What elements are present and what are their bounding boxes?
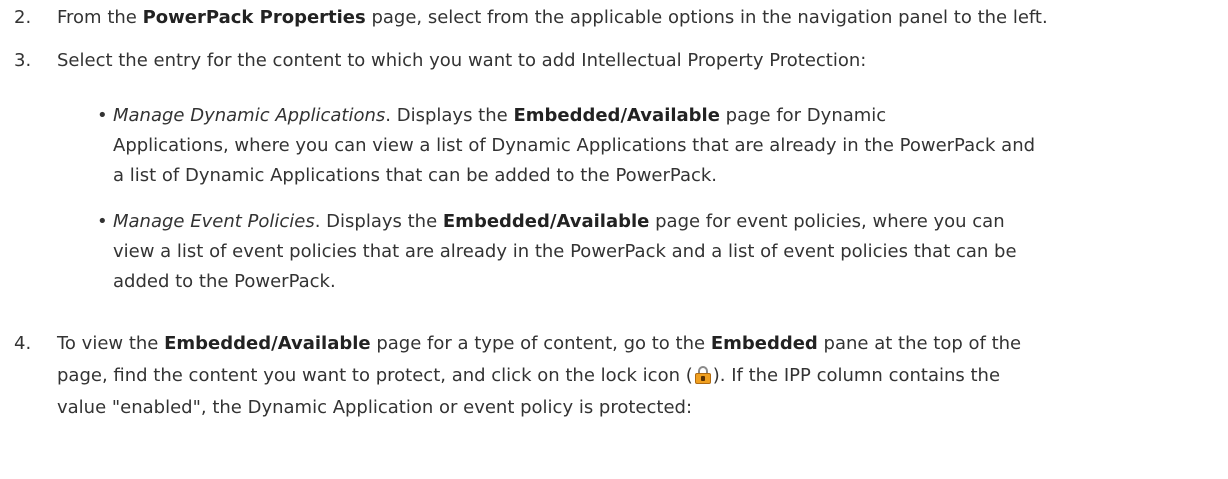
bullet-text-line: view a list of event policies that are a… xyxy=(113,241,1017,262)
bullet-symbol: • xyxy=(97,105,108,126)
bullet-symbol: • xyxy=(97,211,108,232)
step-text: From the xyxy=(57,7,143,28)
bullet-text-line: a list of Dynamic Applications that can … xyxy=(113,165,718,186)
bullet-text-line: Applications, where you can view a list … xyxy=(113,135,1036,156)
embedded-available-label: Embedded/Available xyxy=(164,333,371,354)
step-2: 2. From the PowerPack Properties page, s… xyxy=(0,3,1228,33)
step-text: page, select from the applicable options… xyxy=(365,7,1048,28)
lock-icon xyxy=(694,366,711,384)
bullet-text: page for Dynamic xyxy=(719,105,887,126)
step-number: 3. xyxy=(14,50,32,71)
embedded-available-label: Embedded/Available xyxy=(442,211,650,232)
bullet-event-policies: • Manage Event Policies. Displays the Em… xyxy=(0,207,1228,297)
powerpack-properties-label: PowerPack Properties xyxy=(142,7,366,28)
step-text: ). If the IPP column contains the xyxy=(712,365,1001,386)
bullet-dynamic-applications: • Manage Dynamic Applications. Displays … xyxy=(0,101,1228,191)
embedded-pane-label: Embedded xyxy=(710,333,818,354)
step-text: To view the xyxy=(57,333,165,354)
step-3: 3. Select the entry for the content to w… xyxy=(0,46,1228,76)
bullet-text-line: added to the PowerPack. xyxy=(113,271,336,292)
step-4: 4. To view the Embedded/Available page f… xyxy=(0,328,1228,424)
step-text: Select the entry for the content to whic… xyxy=(57,50,867,71)
step-text: page for a type of content, go to the xyxy=(370,333,711,354)
manage-dynamic-applications-label: Manage Dynamic Applications xyxy=(113,105,386,126)
step-text-line: value "enabled", the Dynamic Application… xyxy=(57,397,693,418)
step-text: page, find the content you want to prote… xyxy=(57,365,693,386)
step-text: pane at the top of the xyxy=(817,333,1022,354)
bullet-text: . Displays the xyxy=(385,105,514,126)
step-number: 4. xyxy=(14,333,32,354)
bullet-text: . Displays the xyxy=(314,211,443,232)
manage-event-policies-label: Manage Event Policies xyxy=(113,211,315,232)
bullet-text: page for event policies, where you can xyxy=(649,211,1005,232)
step-number: 2. xyxy=(14,7,32,28)
embedded-available-label: Embedded/Available xyxy=(513,105,720,126)
